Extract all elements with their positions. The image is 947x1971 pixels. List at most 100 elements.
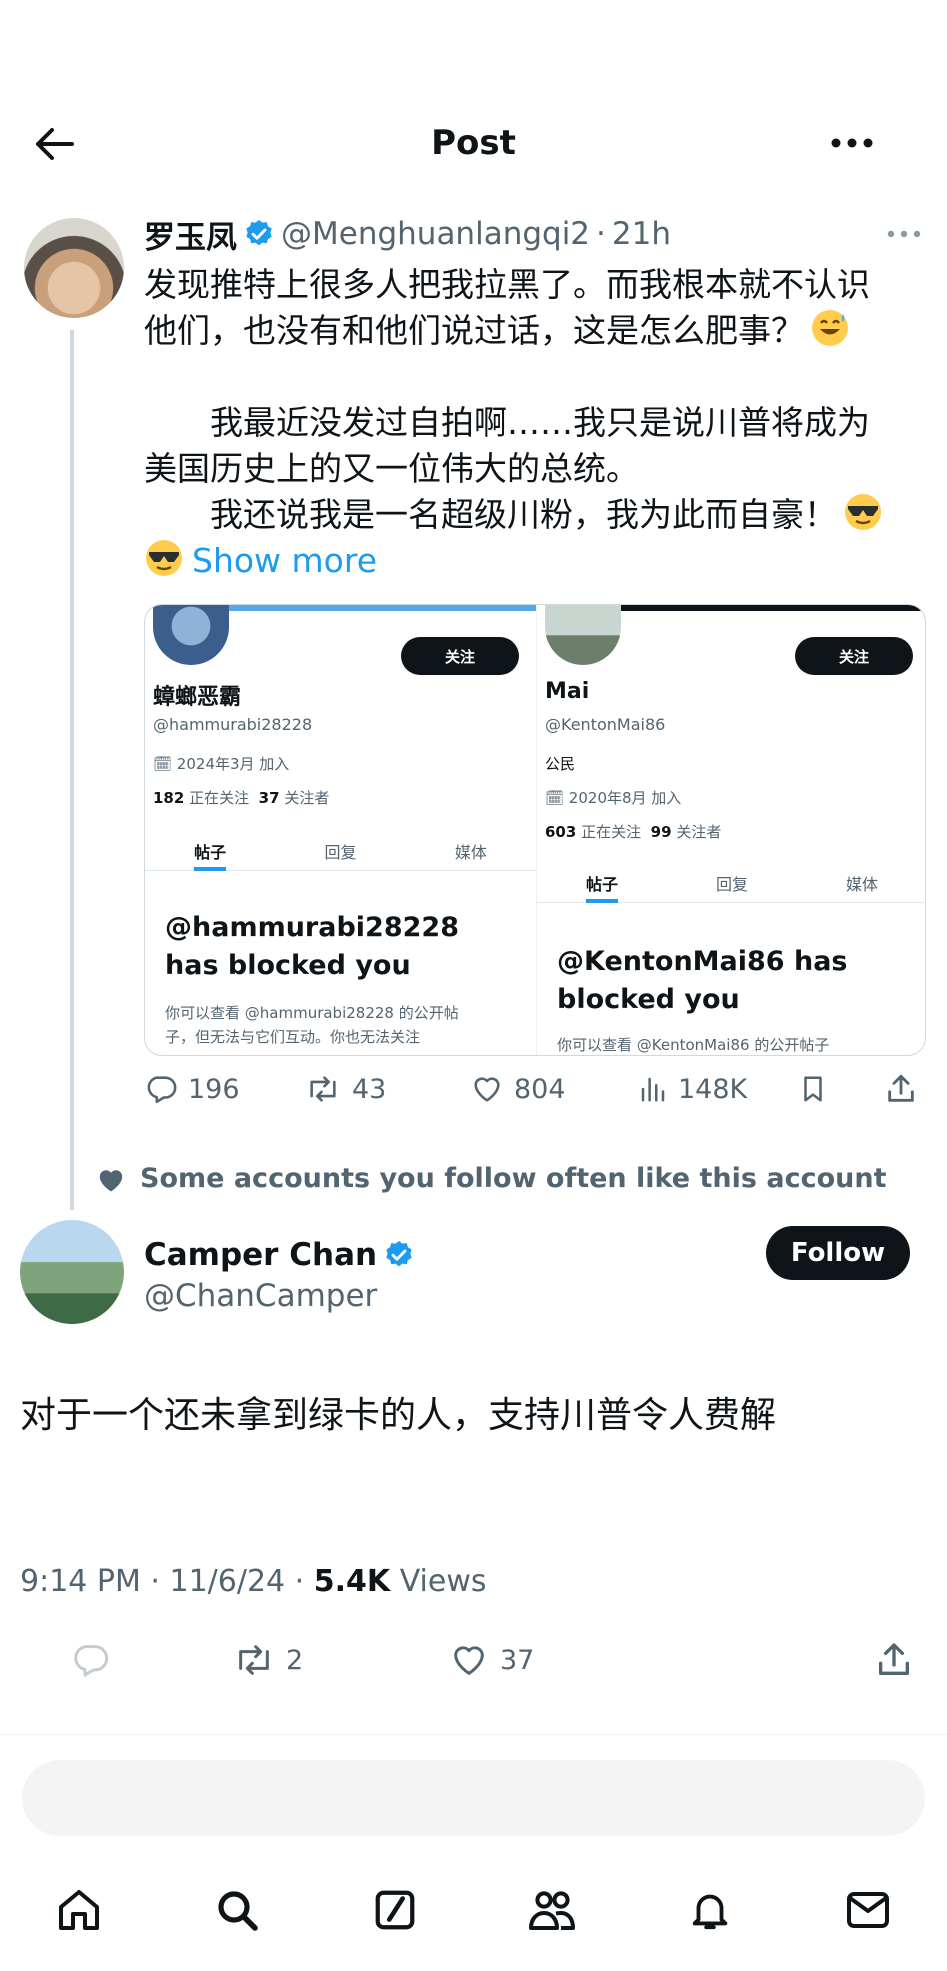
blocked-message: @hammurabi28228 has blocked you bbox=[165, 912, 459, 981]
share-button[interactable] bbox=[874, 1640, 914, 1680]
reply-icon bbox=[74, 1645, 109, 1677]
reply-icon bbox=[147, 1076, 177, 1104]
text-line bbox=[144, 354, 934, 400]
author-handle[interactable]: @ChanCamper bbox=[144, 1278, 377, 1314]
heart-filled-icon bbox=[99, 1169, 123, 1191]
text-line: 发现推特上很多人把我拉黑了。而我根本就不认识 bbox=[144, 265, 870, 304]
embedded-profile-card-right: 关注 Mai @KentonMai86 公民 🗓 2020年8月 加入 603 … bbox=[536, 605, 925, 1055]
nav-communities[interactable] bbox=[517, 1875, 587, 1945]
reply-count: 196 bbox=[188, 1073, 240, 1105]
tweet-time[interactable]: 9:14 PM · 11/6/24 · bbox=[20, 1564, 314, 1599]
repost-count: 2 bbox=[286, 1644, 304, 1676]
blocked-explanation: 你可以查看 @hammurabi28228 的公开帖 子，但无法与它们互动。你也… bbox=[165, 1004, 459, 1046]
bookmark-icon bbox=[804, 1076, 822, 1102]
tab-posts: 帖子 bbox=[585, 863, 618, 903]
profile-tabs: 帖子 回复 媒体 bbox=[537, 863, 925, 903]
parent-author-name[interactable]: 罗玉凤 bbox=[144, 212, 237, 257]
communities-icon bbox=[529, 1891, 576, 1930]
heart-icon bbox=[474, 1077, 500, 1102]
nav-messages[interactable] bbox=[833, 1875, 903, 1945]
sunglasses-emoji-icon bbox=[146, 540, 182, 576]
profile-bio: 公民 bbox=[545, 755, 576, 773]
text-line: 他们，也没有和他们说过话，这是怎么肥事？ bbox=[144, 308, 934, 354]
profile-handle: @KentonMai86 bbox=[545, 715, 666, 734]
text-line: 我最近没发过自拍啊……我只是说川普将成为 bbox=[144, 403, 870, 442]
divider bbox=[0, 1734, 947, 1735]
separator-dot: · bbox=[596, 216, 606, 252]
more-options-button[interactable] bbox=[822, 118, 882, 168]
parent-tweet-text: 发现推特上很多人把我拉黑了。而我根本就不认识 他们，也没有和他们说过话，这是怎么… bbox=[144, 262, 934, 584]
show-more-link[interactable]: Show more bbox=[192, 541, 377, 580]
page-title: Post bbox=[431, 123, 516, 163]
profile-banner bbox=[225, 605, 536, 611]
tweet-timestamp: 9:14 PM · 11/6/24 · 5.4K Views bbox=[20, 1564, 487, 1599]
profile-name: Mai bbox=[545, 679, 590, 704]
profile-tabs: 帖子 回复 媒体 bbox=[145, 831, 536, 871]
tweet-media-image[interactable]: 关注 蟑螂恶霸 @hammurabi28228 🗓 2024年3月 加入 182… bbox=[144, 604, 926, 1056]
like-button[interactable]: 37 bbox=[448, 1640, 534, 1680]
nav-grok[interactable] bbox=[360, 1875, 430, 1945]
back-button[interactable] bbox=[28, 118, 80, 170]
thread-line bbox=[70, 330, 74, 1210]
tab-posts: 帖子 bbox=[194, 831, 227, 871]
bottom-navigation bbox=[0, 1870, 947, 1950]
parent-action-bar: 196 43 804 148K bbox=[144, 1066, 934, 1116]
text-line: 美国历史上的又一位伟大的总统。 bbox=[144, 449, 639, 488]
nav-home[interactable] bbox=[44, 1875, 114, 1945]
profile-banner bbox=[597, 605, 925, 611]
views-count: 148K bbox=[678, 1073, 748, 1105]
arrow-left-icon bbox=[36, 128, 74, 160]
parent-author-handle[interactable]: @Menghuanlangqi2 bbox=[281, 216, 590, 252]
profile-joined: 🗓 2020年8月 加入 bbox=[545, 789, 682, 807]
profile-follow-counts: 182 正在关注 37 关注者 bbox=[153, 789, 330, 807]
share-button[interactable] bbox=[884, 1072, 918, 1106]
profile-name: 蟑螂恶霸 bbox=[153, 685, 242, 710]
repost-icon bbox=[310, 1076, 336, 1102]
author-name-row: Camper Chan bbox=[144, 1232, 421, 1278]
sunglasses-emoji-icon bbox=[845, 494, 881, 530]
nav-notifications[interactable] bbox=[675, 1875, 745, 1945]
nav-search[interactable] bbox=[202, 1875, 272, 1945]
like-count: 804 bbox=[514, 1073, 566, 1105]
profile-handle: @hammurabi28228 bbox=[153, 715, 313, 734]
follow-button[interactable]: Follow bbox=[766, 1226, 910, 1280]
repost-button[interactable]: 2 bbox=[232, 1640, 303, 1680]
tab-replies: 回复 bbox=[324, 843, 357, 862]
share-icon bbox=[888, 1074, 914, 1102]
reply-input[interactable] bbox=[22, 1760, 925, 1836]
repost-count: 43 bbox=[352, 1073, 387, 1105]
parent-time[interactable]: 21h bbox=[612, 216, 671, 252]
tweet-text: 对于一个还未拿到绿卡的人，支持川普令人费解 bbox=[20, 1395, 777, 1436]
reply-button[interactable]: 196 bbox=[144, 1072, 240, 1106]
more-horizontal-icon bbox=[887, 230, 921, 238]
tab-replies: 回复 bbox=[715, 875, 748, 894]
profile-follow-counts: 603 正在关注 99 关注者 bbox=[545, 823, 722, 841]
blocked-message: @KentonMai86 has blocked you bbox=[557, 946, 848, 1015]
reply-button[interactable] bbox=[70, 1640, 110, 1680]
parent-author-avatar[interactable] bbox=[24, 218, 124, 318]
parent-author-row: 罗玉凤 @Menghuanlangqi2 · 21h bbox=[144, 212, 671, 256]
repost-button[interactable]: 43 bbox=[304, 1072, 386, 1106]
social-context: Some accounts you follow often like this… bbox=[96, 1163, 886, 1194]
author-name[interactable]: Camper Chan bbox=[144, 1237, 377, 1273]
parent-more-button[interactable] bbox=[880, 216, 928, 252]
share-icon bbox=[879, 1643, 909, 1675]
tab-media: 媒体 bbox=[454, 843, 487, 862]
home-icon bbox=[58, 1890, 99, 1930]
mail-icon bbox=[847, 1892, 890, 1928]
blocked-explanation: 你可以查看 @KentonMai86 的公开帖子 bbox=[557, 1036, 830, 1054]
views-count: 5.4K bbox=[313, 1564, 391, 1599]
author-avatar[interactable] bbox=[20, 1220, 124, 1324]
verified-badge-icon bbox=[386, 1241, 412, 1267]
views-button[interactable]: 148K bbox=[638, 1072, 747, 1106]
follow-button: 关注 bbox=[401, 637, 519, 675]
more-horizontal-icon bbox=[831, 138, 873, 148]
profile-avatar bbox=[545, 605, 621, 665]
profile-joined: 🗓 2024年3月 加入 bbox=[153, 755, 290, 773]
grinning-sweat-emoji-icon bbox=[812, 310, 848, 346]
embedded-profile-card-left: 关注 蟑螂恶霸 @hammurabi28228 🗓 2024年3月 加入 182… bbox=[145, 605, 536, 1055]
social-context-text: Some accounts you follow often like this… bbox=[140, 1163, 887, 1194]
bookmark-button[interactable] bbox=[798, 1072, 828, 1106]
like-button[interactable]: 804 bbox=[470, 1072, 566, 1106]
profile-avatar bbox=[153, 605, 229, 665]
